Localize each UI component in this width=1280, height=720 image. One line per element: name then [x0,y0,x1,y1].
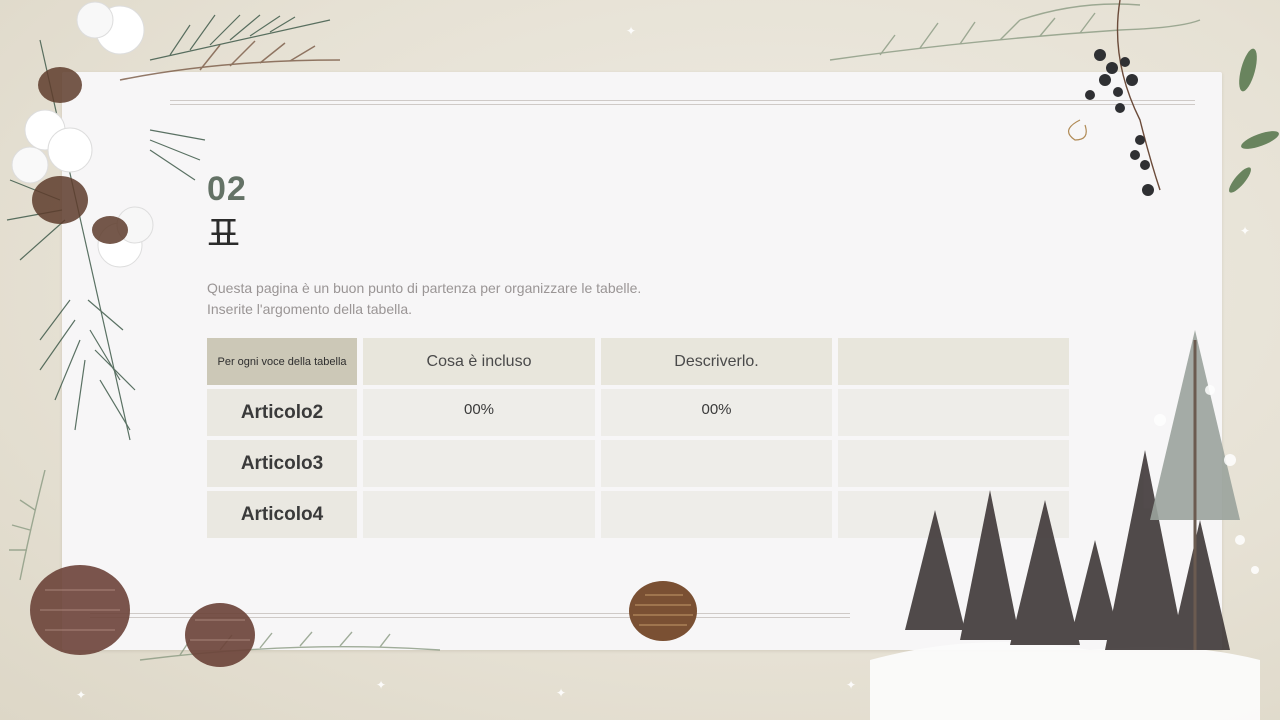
sparkle-icon: ✦ [626,24,637,38]
table-cell[interactable]: 00% [363,389,595,436]
pinecone-cluster [9,470,441,667]
table-cell[interactable] [601,491,832,538]
sparkle-icon: ✦ [556,686,567,700]
table-cell[interactable] [601,440,832,487]
leaf-icon [1229,48,1279,193]
table-header-cell[interactable]: Cosa è incluso [363,338,595,385]
sparkle-icon: ✦ [846,678,857,692]
table-header-cell[interactable]: Descriverlo. [601,338,832,385]
sparkle-icon: ✦ [76,688,87,702]
berry-branch-icon [829,0,1279,196]
pine-branch-icon [6,1,341,441]
table-cell[interactable]: 00% [601,389,832,436]
snowy-pine-trees-icon [870,330,1260,720]
sparkle-icon: ✦ [1240,224,1251,238]
pinecone-icon [30,565,255,667]
sparkle-icon: ✦ [376,678,387,692]
pinecone-icon [629,581,697,641]
